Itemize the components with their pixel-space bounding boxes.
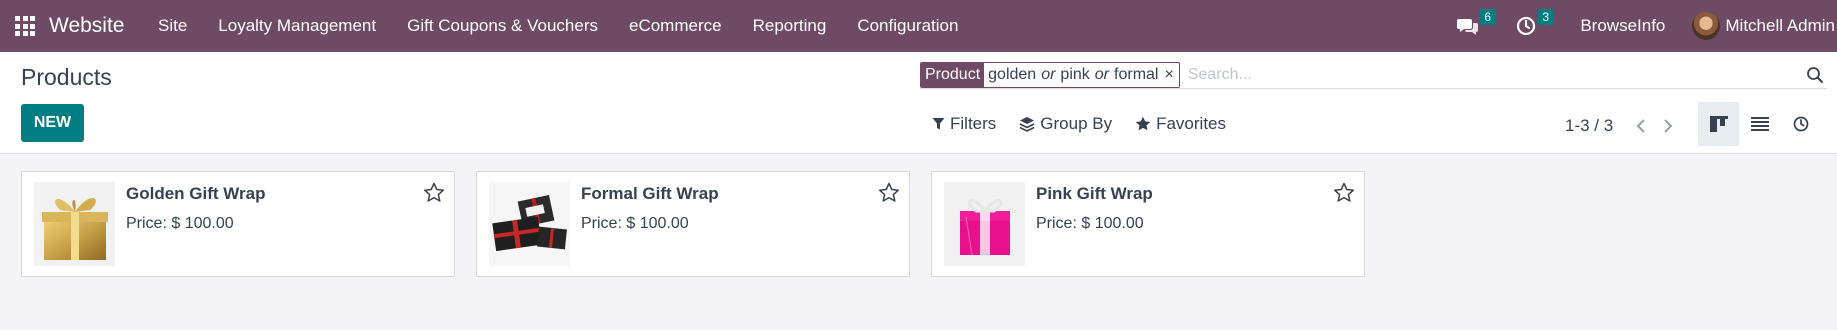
control-panel: Products NEW Product golden or pink or f… bbox=[0, 52, 1837, 154]
formal-gift-box-icon bbox=[491, 194, 567, 252]
facet-separator: or bbox=[1041, 65, 1056, 83]
facet-label: Product bbox=[921, 62, 985, 87]
favorite-star-icon[interactable] bbox=[878, 182, 900, 209]
kanban-view-button[interactable] bbox=[1698, 102, 1739, 146]
star-icon bbox=[1135, 116, 1151, 131]
favorites-label: Favorites bbox=[1156, 114, 1227, 133]
view-switcher bbox=[1698, 102, 1821, 146]
product-name: Golden Gift Wrap bbox=[126, 184, 266, 203]
chevron-right-icon bbox=[1664, 119, 1673, 133]
product-image bbox=[34, 182, 115, 266]
product-name: Pink Gift Wrap bbox=[1036, 184, 1153, 203]
favorite-star-icon[interactable] bbox=[423, 182, 445, 209]
page-title: Products bbox=[21, 64, 112, 90]
new-button[interactable]: NEW bbox=[21, 104, 84, 142]
activity-view-button[interactable] bbox=[1780, 102, 1821, 146]
pager-next-button[interactable] bbox=[1656, 114, 1680, 138]
filters-button[interactable]: Filters bbox=[932, 114, 996, 134]
kanban-view: Golden Gift Wrap Price: $ 100.00 Formal … bbox=[0, 154, 1837, 330]
app-name[interactable]: Website bbox=[49, 14, 124, 38]
menu-item-site[interactable]: Site bbox=[142, 16, 202, 36]
user-menu[interactable]: Mitchell Admin bbox=[1692, 12, 1835, 40]
user-name: Mitchell Admin bbox=[1725, 16, 1835, 35]
facet-values: golden or pink or formal bbox=[984, 63, 1162, 87]
facet-separator: or bbox=[1094, 65, 1110, 83]
messages-count-badge: 6 bbox=[1479, 9, 1497, 25]
menu-item-gift-coupons[interactable]: Gift Coupons & Vouchers bbox=[392, 16, 614, 36]
facet-value: golden bbox=[988, 65, 1037, 83]
product-card[interactable]: Golden Gift Wrap Price: $ 100.00 bbox=[21, 171, 455, 277]
favorites-button[interactable]: Favorites bbox=[1135, 114, 1226, 134]
filters-label: Filters bbox=[950, 114, 997, 133]
product-card[interactable]: Formal Gift Wrap Price: $ 100.00 bbox=[476, 171, 910, 277]
activities-button[interactable]: 3 bbox=[1512, 9, 1555, 40]
browseinfo-link[interactable]: BrowseInfo bbox=[1580, 16, 1665, 36]
search-input[interactable] bbox=[1187, 65, 1803, 84]
menu-item-loyalty-management[interactable]: Loyalty Management bbox=[203, 16, 392, 36]
chat-bubbles-icon bbox=[1457, 19, 1479, 35]
search-button[interactable] bbox=[1803, 63, 1827, 87]
list-icon bbox=[1750, 117, 1769, 131]
pink-gift-box-icon bbox=[959, 198, 1010, 256]
top-navbar: Website Site Loyalty Management Gift Cou… bbox=[0, 0, 1837, 52]
facet-value: pink bbox=[1060, 65, 1090, 83]
product-card[interactable]: Pink Gift Wrap Price: $ 100.00 bbox=[931, 171, 1365, 277]
filter-icon bbox=[932, 118, 945, 130]
kanban-icon bbox=[1709, 116, 1728, 132]
clock-icon bbox=[1517, 16, 1536, 36]
menu-item-ecommerce[interactable]: eCommerce bbox=[614, 16, 738, 36]
search-facet: Product golden or pink or formal × bbox=[920, 61, 1180, 88]
facet-value: formal bbox=[1114, 65, 1159, 83]
search-bar: Product golden or pink or formal × bbox=[920, 61, 1827, 89]
group-by-button[interactable]: Group By bbox=[1019, 114, 1112, 134]
product-price: Price: $ 100.00 bbox=[581, 215, 689, 232]
pager: 1-3 / 3 bbox=[1565, 114, 1680, 138]
search-icon bbox=[1807, 66, 1823, 83]
systray: 6 3 BrowseInfo Mitchell Admin bbox=[1454, 0, 1837, 52]
list-view-button[interactable] bbox=[1739, 102, 1780, 146]
group-by-label: Group By bbox=[1040, 114, 1113, 133]
clock-icon bbox=[1793, 116, 1808, 132]
pager-value[interactable]: 1-3 / 3 bbox=[1565, 116, 1613, 136]
menu-item-reporting[interactable]: Reporting bbox=[737, 16, 842, 36]
favorite-star-icon[interactable] bbox=[1333, 182, 1355, 209]
apps-grid-icon[interactable] bbox=[15, 16, 35, 36]
menu-item-configuration[interactable]: Configuration bbox=[842, 16, 974, 36]
chevron-left-icon bbox=[1636, 119, 1645, 133]
avatar bbox=[1692, 12, 1721, 40]
golden-gift-box-icon bbox=[41, 198, 108, 260]
pager-previous-button[interactable] bbox=[1629, 114, 1653, 138]
search-options: Filters Group By Favorites bbox=[932, 114, 1249, 134]
messages-button[interactable]: 6 bbox=[1454, 9, 1497, 40]
activities-count-badge: 3 bbox=[1537, 9, 1555, 25]
layers-icon bbox=[1019, 117, 1035, 132]
product-image bbox=[489, 182, 570, 266]
product-price: Price: $ 100.00 bbox=[126, 215, 234, 232]
product-image bbox=[944, 182, 1025, 266]
product-name: Formal Gift Wrap bbox=[581, 184, 719, 203]
product-price: Price: $ 100.00 bbox=[1036, 215, 1144, 232]
facet-remove-icon[interactable]: × bbox=[1162, 63, 1178, 87]
